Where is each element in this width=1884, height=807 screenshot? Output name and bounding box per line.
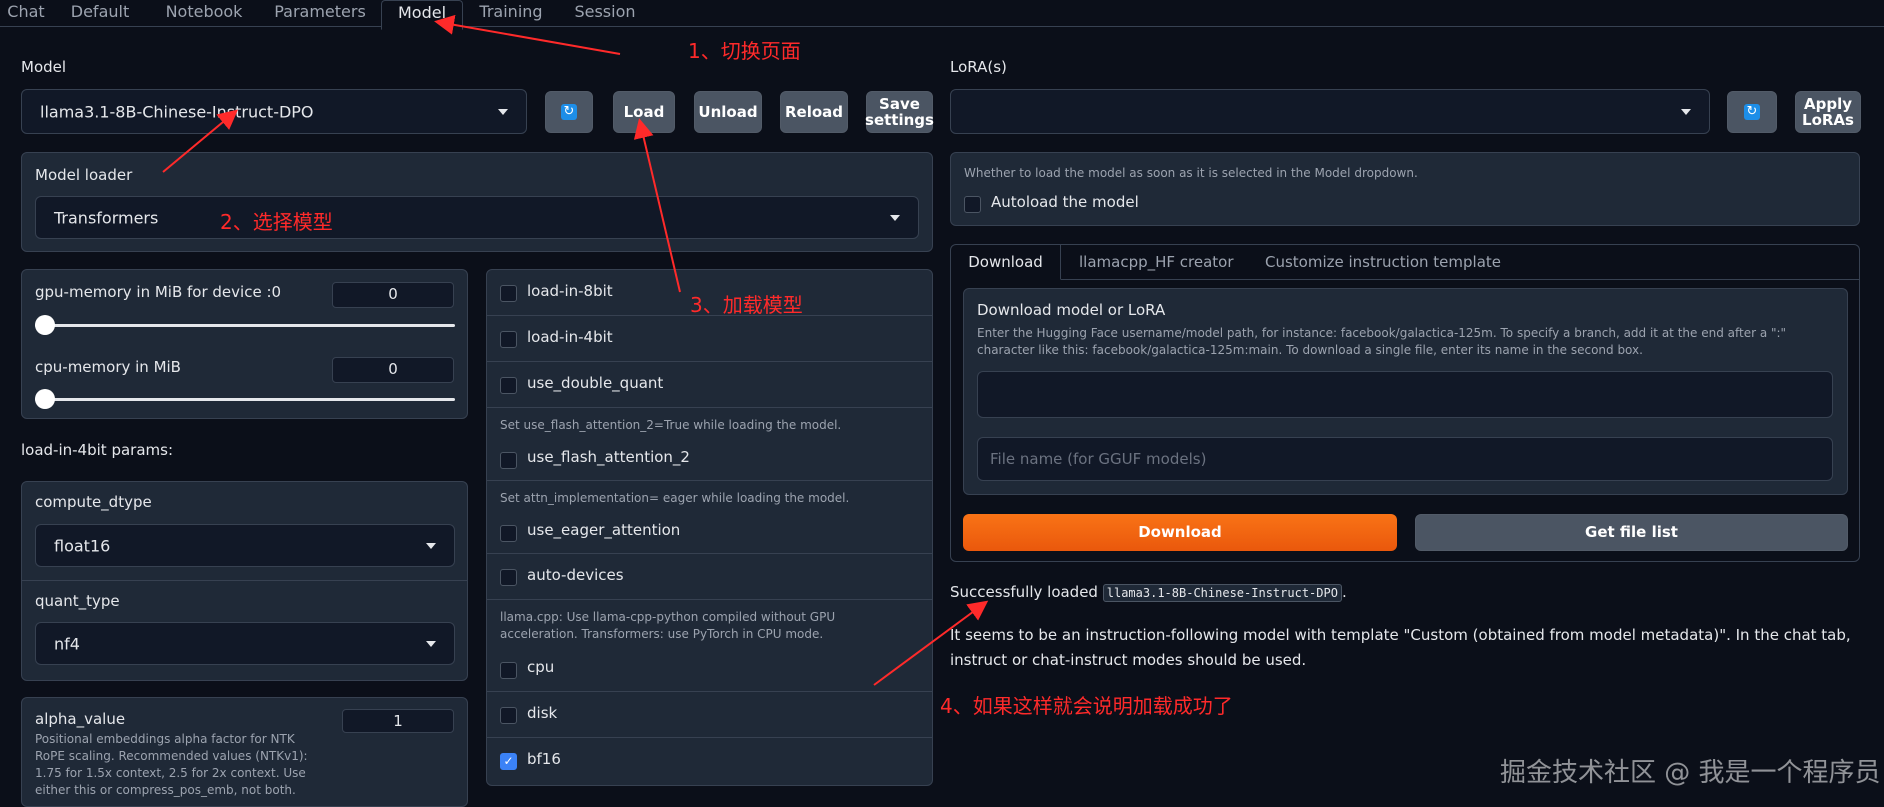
arrow-3: [633, 118, 681, 293]
annotation-1: 1、切换页面: [688, 39, 801, 63]
annotation-3: 3、加载模型: [690, 293, 803, 317]
annotation-arrows: [162, 14, 989, 686]
watermark: 掘金技术社区 @ 我是一个程序员: [1500, 758, 1881, 788]
annotation-2: 2、选择模型: [220, 210, 333, 234]
arrow-4: [873, 600, 989, 686]
arrow-2: [162, 109, 239, 173]
annotation-4: 4、如果这样就会说明加载成功了: [940, 694, 1233, 718]
arrow-1: [434, 14, 621, 55]
